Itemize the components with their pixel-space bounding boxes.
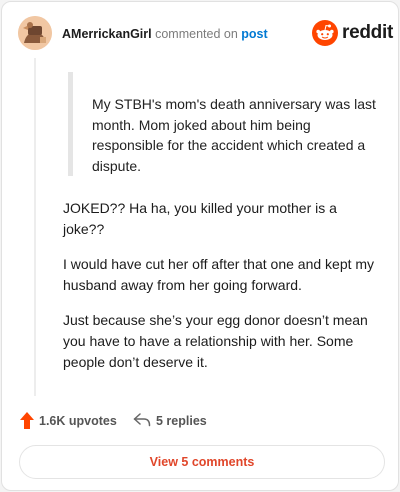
view-comments-button[interactable]: View 5 comments — [19, 445, 385, 479]
comment-actions: 1.6K upvotes 5 replies — [20, 410, 380, 432]
post-link[interactable]: post — [241, 27, 267, 41]
upvote-icon[interactable] — [20, 412, 34, 429]
comment-paragraph: Just because she’s your egg donor doesn’… — [63, 312, 368, 370]
avatar[interactable] — [18, 16, 52, 50]
thread-line[interactable] — [34, 58, 36, 396]
username[interactable]: AMerrickanGirl — [62, 27, 152, 41]
reddit-wordmark: reddit — [342, 22, 393, 43]
quote-block: My STBH's mom's death anniversary was la… — [68, 72, 378, 176]
quote-text: My STBH's mom's death anniversary was la… — [92, 96, 376, 174]
comment-meta: AMerrickanGirl commented on post — [62, 27, 268, 41]
reply-icon[interactable] — [133, 413, 151, 427]
comment-paragraph: I would have cut her off after that one … — [63, 256, 375, 293]
upvote-count[interactable]: 1.6K upvotes — [39, 414, 117, 428]
reddit-logo-icon — [312, 20, 338, 46]
reply-count[interactable]: 5 replies — [156, 414, 207, 428]
comment-paragraph: JOKED?? Ha ha, you killed your mother is… — [63, 200, 337, 237]
comment-header: AMerrickanGirl commented on post reddit — [18, 16, 393, 50]
commented-on-text: commented on — [155, 27, 238, 41]
comment-card: AMerrickanGirl commented on post reddit … — [1, 1, 399, 491]
reddit-logo[interactable]: reddit — [312, 20, 393, 46]
